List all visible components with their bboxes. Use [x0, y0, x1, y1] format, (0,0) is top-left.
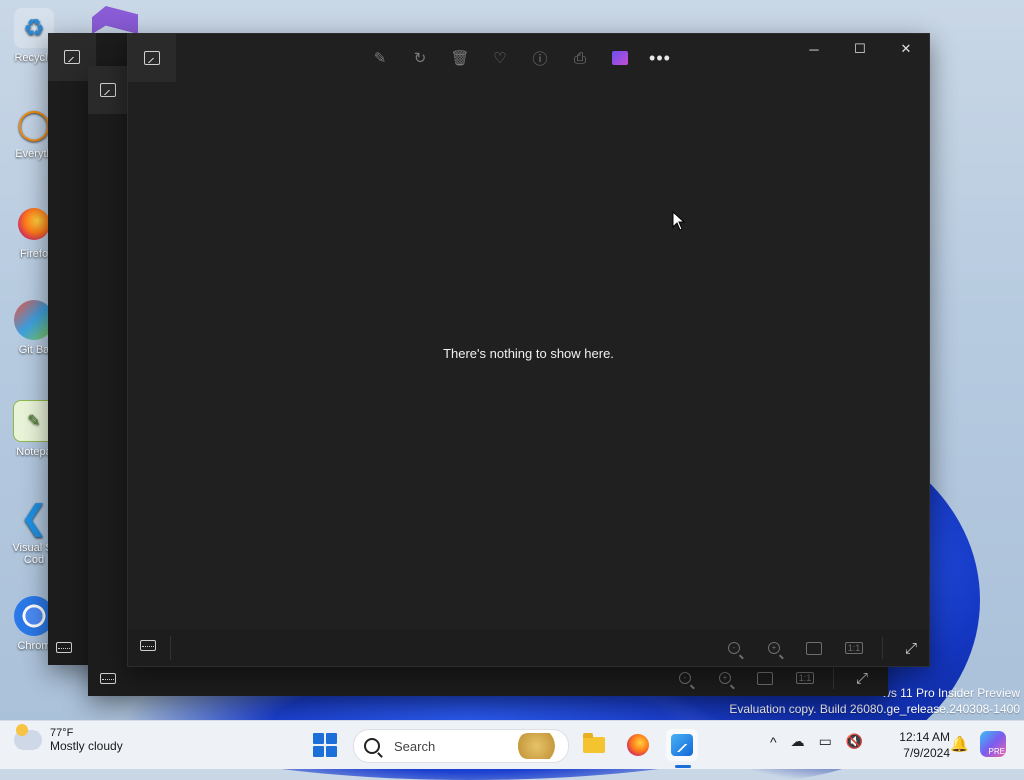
fit-icon: [806, 641, 822, 655]
filmstrip-toggle[interactable]: [56, 642, 72, 653]
divider: [882, 637, 883, 659]
fit-to-window-button[interactable]: [802, 636, 826, 660]
photos-icon: [671, 734, 693, 756]
weather-description: Mostly cloudy: [50, 739, 123, 753]
windows-logo-icon: [326, 733, 337, 744]
fullscreen-button[interactable]: ⤢: [899, 636, 923, 660]
weather-temperature: 77°F: [50, 727, 74, 739]
copilot-icon[interactable]: PRE: [980, 731, 1006, 757]
clipchamp-button[interactable]: [608, 46, 632, 70]
window-caption-buttons: ─ ☐ ✕: [791, 34, 929, 64]
firefox-icon: [627, 734, 649, 756]
clock-time: 12:14 AM: [899, 730, 950, 744]
evaluation-watermark-line2: Evaluation copy. Build 26080.ge_release.…: [729, 702, 1020, 716]
clock-date: 7/9/2024: [903, 746, 950, 760]
info-button[interactable]: ⓘ: [528, 46, 552, 70]
taskbar-firefox[interactable]: [622, 729, 654, 761]
rotate-icon: ↻: [413, 50, 427, 67]
zoom-out-button[interactable]: -: [673, 666, 697, 690]
divider: [170, 636, 171, 660]
zoom-in-icon: +: [768, 642, 780, 654]
evaluation-watermark-line1: ws 11 Pro Insider Preview: [882, 686, 1020, 700]
edit-image-icon: ✎: [373, 50, 387, 67]
empty-state-message: There's nothing to show here.: [443, 346, 614, 361]
weather-widget[interactable]: 77°F Mostly cloudy: [14, 724, 123, 753]
heart-icon: ♡: [493, 50, 507, 67]
zoom-in-button[interactable]: +: [713, 666, 737, 690]
volume-muted-icon[interactable]: 🔇: [846, 733, 863, 750]
filmstrip-toggle[interactable]: [140, 640, 156, 651]
notification-bell-icon[interactable]: 🔔: [950, 735, 969, 753]
bottom-controls: - + 1:1 ⤢: [722, 630, 923, 666]
close-button[interactable]: ✕: [883, 34, 929, 64]
minimize-button[interactable]: ─: [791, 34, 837, 64]
photos-window[interactable]: ✎ ↻ 🗑 ♡ ⓘ ⎙ ••• ─ ☐ ✕ There's nothing to…: [127, 33, 930, 667]
maximize-button[interactable]: ☐: [837, 34, 883, 64]
delete-button[interactable]: 🗑: [448, 46, 472, 70]
print-icon: ⎙: [573, 49, 586, 67]
minimize-icon: ─: [809, 41, 819, 57]
bottom-bar: - + 1:1 ⤢: [128, 630, 929, 666]
delete-icon: 🗑: [450, 50, 470, 67]
visual-studio-desktop-icon[interactable]: [92, 6, 138, 34]
rotate-button[interactable]: ↻: [408, 46, 432, 70]
fullscreen-button[interactable]: ⤢: [850, 666, 874, 690]
mouse-cursor-icon: [672, 211, 686, 231]
favorite-button[interactable]: ♡: [488, 46, 512, 70]
fullscreen-icon: ⤢: [904, 639, 917, 657]
filmstrip-icon: [140, 640, 156, 651]
photos-app-tab[interactable]: [88, 66, 128, 114]
divider: [833, 667, 834, 689]
zoom-out-icon: -: [679, 672, 691, 684]
info-icon: ⓘ: [532, 50, 548, 68]
taskbar-search-box[interactable]: Search: [353, 729, 569, 763]
image-icon: [100, 83, 116, 97]
image-icon: [144, 51, 160, 65]
actual-size-button[interactable]: 1:1: [793, 666, 817, 690]
filmstrip-toggle[interactable]: [100, 673, 116, 684]
image-toolbar: ✎ ↻ 🗑 ♡ ⓘ ⎙ •••: [368, 46, 672, 70]
filmstrip-icon: [56, 642, 72, 653]
file-explorer-icon: [583, 733, 605, 753]
actual-size-button[interactable]: 1:1: [842, 636, 866, 660]
zoom-in-button[interactable]: +: [762, 636, 786, 660]
maximize-icon: ☐: [854, 41, 866, 56]
taskbar: 77°F Mostly cloudy Search ^ ☁ ▭ 🔇 12:14 …: [0, 720, 1024, 769]
image-icon: [64, 50, 80, 64]
photos-app-tab[interactable]: [128, 34, 176, 82]
fit-to-window-button[interactable]: [753, 666, 777, 690]
close-icon: ✕: [900, 41, 912, 56]
actual-size-icon: 1:1: [844, 642, 864, 654]
show-hidden-icons-button[interactable]: ^: [770, 734, 777, 750]
network-icon[interactable]: ▭: [819, 733, 832, 750]
actual-size-icon: 1:1: [795, 672, 815, 684]
taskbar-photos[interactable]: [666, 729, 698, 761]
windows-logo-icon: [313, 733, 324, 744]
start-button[interactable]: [313, 733, 337, 757]
filmstrip-icon: [100, 673, 116, 684]
clock[interactable]: 12:14 AM 7/9/2024: [878, 729, 950, 761]
onedrive-offline-icon[interactable]: ☁: [791, 733, 805, 750]
search-placeholder: Search: [394, 738, 436, 754]
clipchamp-icon: [612, 51, 628, 65]
fit-icon: [757, 671, 773, 685]
windows-logo-icon: [313, 746, 324, 757]
print-button[interactable]: ⎙: [568, 46, 592, 70]
fullscreen-icon: ⤢: [855, 669, 868, 687]
more-icon: •••: [649, 47, 671, 68]
zoom-in-icon: +: [719, 672, 731, 684]
taskbar-file-explorer[interactable]: [578, 729, 610, 761]
partly-cloudy-icon: [14, 724, 42, 750]
search-highlight-image: [518, 733, 564, 759]
zoom-out-button[interactable]: -: [722, 636, 746, 660]
copilot-badge: PRE: [988, 747, 1005, 756]
more-options-button[interactable]: •••: [648, 46, 672, 70]
windows-logo-icon: [326, 746, 337, 757]
system-tray: ^ ☁ ▭ 🔇: [770, 733, 863, 750]
search-icon: [364, 738, 380, 754]
edit-button[interactable]: ✎: [368, 46, 392, 70]
zoom-out-icon: -: [728, 642, 740, 654]
